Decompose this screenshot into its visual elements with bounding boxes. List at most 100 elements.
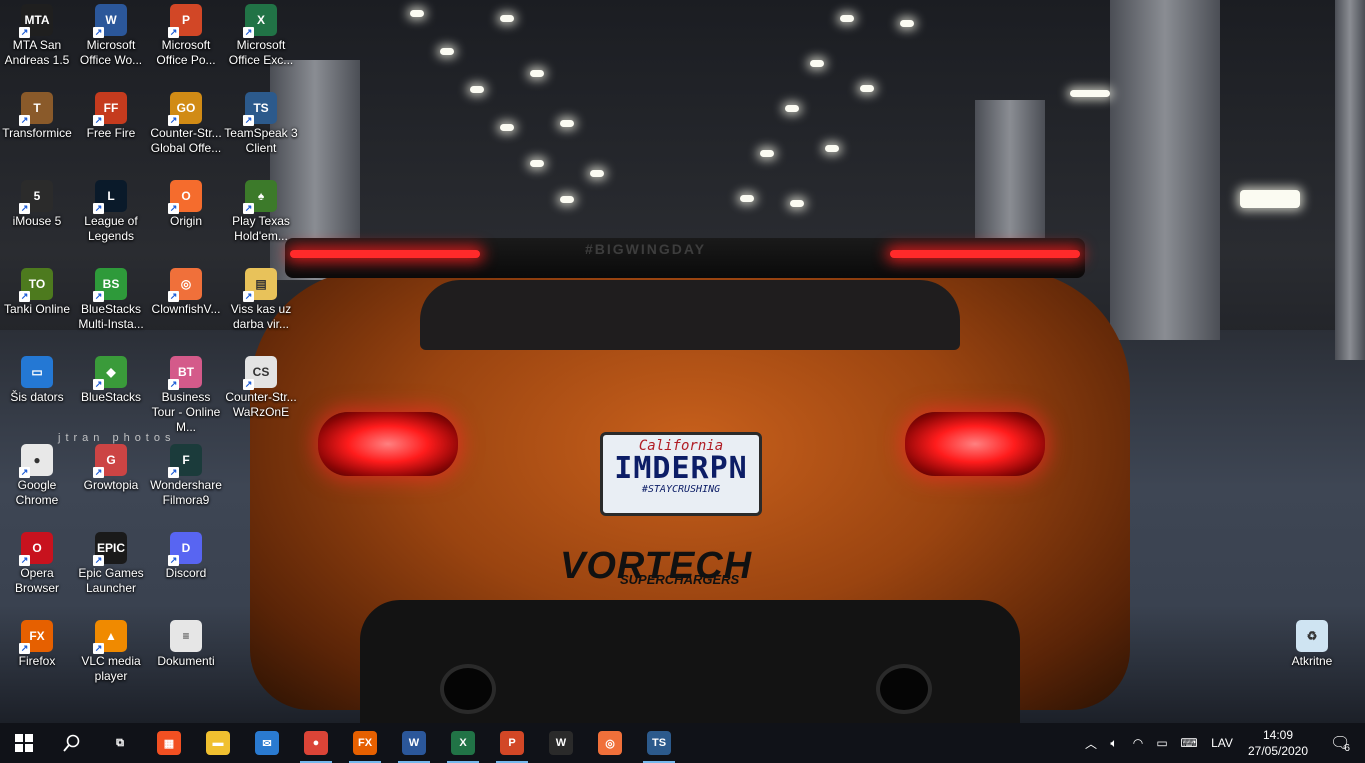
desktop-icon-label: Microsoft Office Po...	[156, 38, 216, 67]
freefire-icon: FF ↗	[93, 92, 127, 126]
desktop-icon-growtopia[interactable]: G ↗ Growtopia	[74, 440, 148, 493]
shortcut-arrow-icon: ↗	[19, 115, 30, 126]
desktop-icon-freefire[interactable]: FF ↗ Free Fire	[74, 88, 148, 141]
taskbar-store[interactable]: ▦	[145, 723, 193, 763]
clock-time: 14:09	[1262, 728, 1294, 742]
license-plate: California IMDERPN #STAYCRUSHING	[600, 432, 762, 516]
desktop-icon-transformice[interactable]: T ↗ Transformice	[0, 88, 74, 141]
ceiling-light	[810, 60, 824, 67]
ceiling-light	[440, 48, 454, 55]
desktop-icon-mta[interactable]: MTA ↗ MTA San Andreas 1.5	[0, 0, 74, 68]
desktop-icon-filmora[interactable]: F ↗ Wondershare Filmora9	[149, 440, 223, 508]
shortcut-arrow-icon: ↗	[243, 203, 254, 214]
taskbar-word[interactable]: W	[390, 723, 438, 763]
start-button[interactable]	[0, 723, 48, 763]
plate-number: IMDERPN	[614, 451, 748, 486]
ceiling-light	[410, 10, 424, 17]
shortcut-arrow-icon: ↗	[93, 643, 104, 654]
desktop-icon-label: Firefox	[18, 654, 56, 668]
taskbar-firefox[interactable]: FX	[341, 723, 389, 763]
filmora-icon: F ↗	[168, 444, 202, 478]
desktop-icon-label: Šis dators	[10, 390, 64, 404]
chevron-up-icon[interactable]: ︿	[1080, 735, 1102, 752]
desktop-icon-csgo[interactable]: GO ↗ Counter-Str... Global Offe...	[149, 88, 223, 156]
shortcut-arrow-icon: ↗	[19, 203, 30, 214]
desktop-icon-excel[interactable]: X ↗ Microsoft Office Exc...	[224, 0, 298, 68]
desktop-icon-label: Google Chrome	[15, 478, 59, 507]
shortcut-arrow-icon: ↗	[93, 203, 104, 214]
wifi-icon[interactable]: ◠	[1126, 736, 1150, 750]
taskbar-wot[interactable]: W	[537, 723, 585, 763]
ceiling-light	[470, 86, 484, 93]
desktop-icon-label: Dokumenti	[157, 654, 215, 668]
shortcut-arrow-icon: ↗	[243, 379, 254, 390]
action-center-button[interactable]: 🗨︎ 6	[1320, 723, 1360, 763]
desktop-icon-bluestacks-multi[interactable]: BS ↗ BlueStacks Multi-Insta...	[74, 264, 148, 332]
taskbar-task-view[interactable]: ⧉	[96, 723, 144, 763]
discord-icon: D ↗	[168, 532, 202, 566]
chrome-icon: ● ↗	[19, 444, 53, 478]
shortcut-arrow-icon: ↗	[93, 467, 104, 478]
language-indicator[interactable]: LAV	[1204, 736, 1240, 750]
desktop-icon-powerpoint[interactable]: P ↗ Microsoft Office Po...	[149, 0, 223, 68]
shortcut-arrow-icon: ↗	[243, 115, 254, 126]
desktop-icon-word[interactable]: W ↗ Microsoft Office Wo...	[74, 0, 148, 68]
desktop-icon-viss[interactable]: ▤ ↗ Viss kas uz darba vir...	[224, 264, 298, 332]
csgo-icon: GO ↗	[168, 92, 202, 126]
desktop-icon-chrome[interactable]: ● ↗ Google Chrome	[0, 440, 74, 508]
desktop-icon-texas[interactable]: ♠ ↗ Play Texas Hold'em...	[224, 176, 298, 244]
shortcut-arrow-icon: ↗	[168, 379, 179, 390]
desktop-icon-firefox[interactable]: FX ↗ Firefox	[0, 616, 74, 669]
desktop-icon-bluestacks[interactable]: ◆ ↗ BlueStacks	[74, 352, 148, 405]
desktop-icon-label: Growtopia	[83, 478, 139, 492]
desktop-icon-discord[interactable]: D ↗ Discord	[149, 528, 223, 581]
taskbar-clownfish[interactable]: ◎	[586, 723, 634, 763]
desktop-icon-businesstour[interactable]: BT ↗ Business Tour - Online M...	[149, 352, 223, 435]
taskbar-mail[interactable]: ✉	[243, 723, 291, 763]
desktop-icon-epic[interactable]: EPIC ↗ Epic Games Launcher	[74, 528, 148, 596]
spoiler-light	[290, 250, 480, 258]
texas-icon: ♠ ↗	[243, 180, 277, 214]
excel-icon: X ↗	[243, 4, 277, 38]
volume-icon[interactable]: 🔈︎	[1102, 736, 1126, 751]
taskbar-powerpoint[interactable]: P	[488, 723, 536, 763]
desktop-icon-opera[interactable]: O ↗ Opera Browser	[0, 528, 74, 596]
desktop-icon-label: TeamSpeak 3 Client	[224, 126, 298, 155]
desktop-icon-teamspeak[interactable]: TS ↗ TeamSpeak 3 Client	[224, 88, 298, 156]
shortcut-arrow-icon: ↗	[93, 115, 104, 126]
taskbar-teamspeak[interactable]: TS	[635, 723, 683, 763]
taskbar-explorer[interactable]: ▬	[194, 723, 242, 763]
ceiling-light	[560, 120, 574, 127]
desktop-icon-tanki[interactable]: TO ↗ Tanki Online	[0, 264, 74, 317]
desktop-icon-clownfish[interactable]: ◎ ↗ ClownfishV...	[149, 264, 223, 317]
firefox-icon: FX ↗	[19, 620, 53, 654]
transformice-icon: T ↗	[19, 92, 53, 126]
desktop-icon-label: Counter-Str... Global Offe...	[150, 126, 222, 155]
desktop-icon-vlc[interactable]: ▲ ↗ VLC media player	[74, 616, 148, 684]
ceiling-light	[530, 70, 544, 77]
taskbar-chrome[interactable]: ●	[292, 723, 340, 763]
desktop-icon-thispc[interactable]: ▭ Šis dators	[0, 352, 74, 405]
ceiling-light	[790, 200, 804, 207]
shortcut-arrow-icon: ↗	[19, 467, 30, 478]
battery-icon[interactable]: ▭	[1150, 736, 1174, 750]
businesstour-icon: BT ↗	[168, 356, 202, 390]
desktop-icon-imouse[interactable]: 5 ↗ iMouse 5	[0, 176, 74, 229]
desktop-icon-label: Transformice	[2, 126, 72, 140]
desktop-icon-origin[interactable]: O ↗ Origin	[149, 176, 223, 229]
desktop-icon-cs-warzone[interactable]: CS ↗ Counter-Str... WaRzOnE	[224, 352, 298, 420]
taskbar-excel[interactable]: X	[439, 723, 487, 763]
search-button[interactable]	[48, 723, 96, 763]
ceiling-light	[825, 145, 839, 152]
keyboard-icon[interactable]: ⌨	[1174, 736, 1204, 750]
explorer-icon: ▬	[206, 731, 230, 755]
shortcut-arrow-icon: ↗	[243, 27, 254, 38]
desktop-icon-recycle[interactable]: ♻ Atkritne	[1275, 616, 1349, 669]
clock[interactable]: 14:09 27/05/2020	[1246, 727, 1310, 759]
desktop-icon-docs[interactable]: ≡ Dokumenti	[149, 616, 223, 669]
shortcut-arrow-icon: ↗	[168, 467, 179, 478]
mta-icon: MTA ↗	[19, 4, 53, 38]
notification-count: 6	[1344, 742, 1350, 754]
desktop-icon-label: BlueStacks Multi-Insta...	[78, 302, 144, 331]
desktop-icon-lol[interactable]: L ↗ League of Legends	[74, 176, 148, 244]
